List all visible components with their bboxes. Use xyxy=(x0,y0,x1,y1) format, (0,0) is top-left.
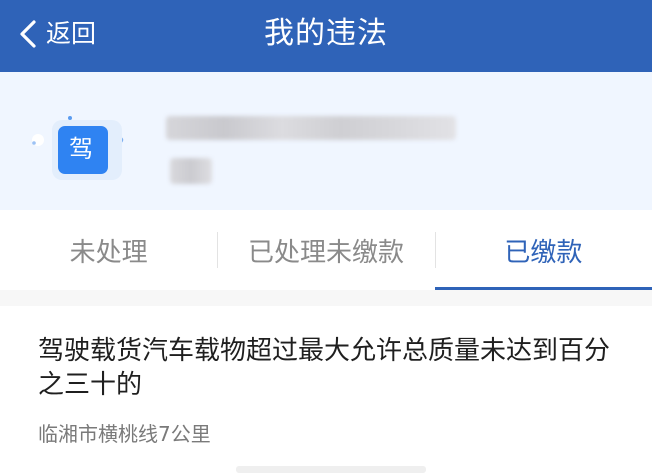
license-panel: 驾 xyxy=(0,72,652,210)
section-separator xyxy=(0,290,652,306)
next-item-peek xyxy=(236,466,426,473)
tab-divider xyxy=(435,232,436,268)
violation-card[interactable]: 驾驶载货汽车载物超过最大允许总质量未达到百分之三十的 临湘市横桃线7公里 xyxy=(0,306,652,473)
tab-processed-unpaid[interactable]: 已处理未缴款 xyxy=(217,210,434,290)
violation-location: 临湘市横桃线7公里 xyxy=(38,422,211,446)
license-status-redacted xyxy=(170,158,212,184)
tab-paid[interactable]: 已缴款 xyxy=(434,210,652,290)
tab-bar: 未处理 已处理未缴款 已缴款 xyxy=(0,210,652,290)
tab-unprocessed-label: 未处理 xyxy=(69,237,148,268)
driver-license-icon: 驾 xyxy=(24,110,128,190)
license-number-redacted xyxy=(166,116,456,140)
top-bar: 返回 我的违法 xyxy=(0,0,652,72)
tab-paid-label: 已缴款 xyxy=(504,237,583,268)
violation-title: 驾驶载货汽车载物超过最大允许总质量未达到百分之三十的 xyxy=(38,336,611,400)
page-title: 我的违法 xyxy=(264,16,388,51)
tab-processed-unpaid-label: 已处理未缴款 xyxy=(247,237,404,268)
license-char: 驾 xyxy=(69,135,93,163)
tab-unprocessed[interactable]: 未处理 xyxy=(0,210,217,290)
tab-divider xyxy=(217,232,218,268)
